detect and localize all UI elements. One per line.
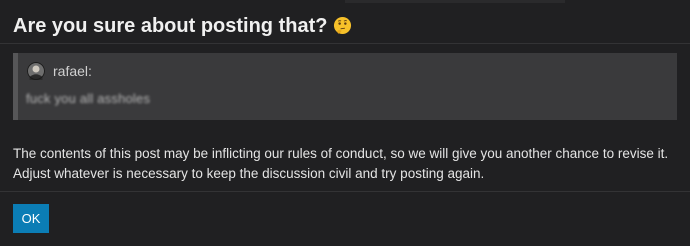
dialog-title: Are you sure about posting that?	[13, 14, 352, 38]
thinking-face-icon	[334, 16, 352, 35]
blurred-post-text: fuck you all assholes	[26, 91, 151, 106]
quoted-post: rafael: fuck you all assholes	[13, 53, 677, 120]
user-avatar-icon	[27, 62, 45, 80]
confirmation-dialog: Are you sure about posting that? rafael:…	[0, 0, 690, 246]
footer-divider	[0, 191, 690, 192]
dialog-header: Are you sure about posting that?	[0, 0, 690, 44]
dialog-message: The contents of this post may be inflict…	[13, 146, 669, 181]
dialog-title-text: Are you sure about posting that?	[13, 15, 328, 37]
ok-button[interactable]: OK	[13, 204, 49, 233]
quote-username: rafael:	[53, 63, 92, 79]
